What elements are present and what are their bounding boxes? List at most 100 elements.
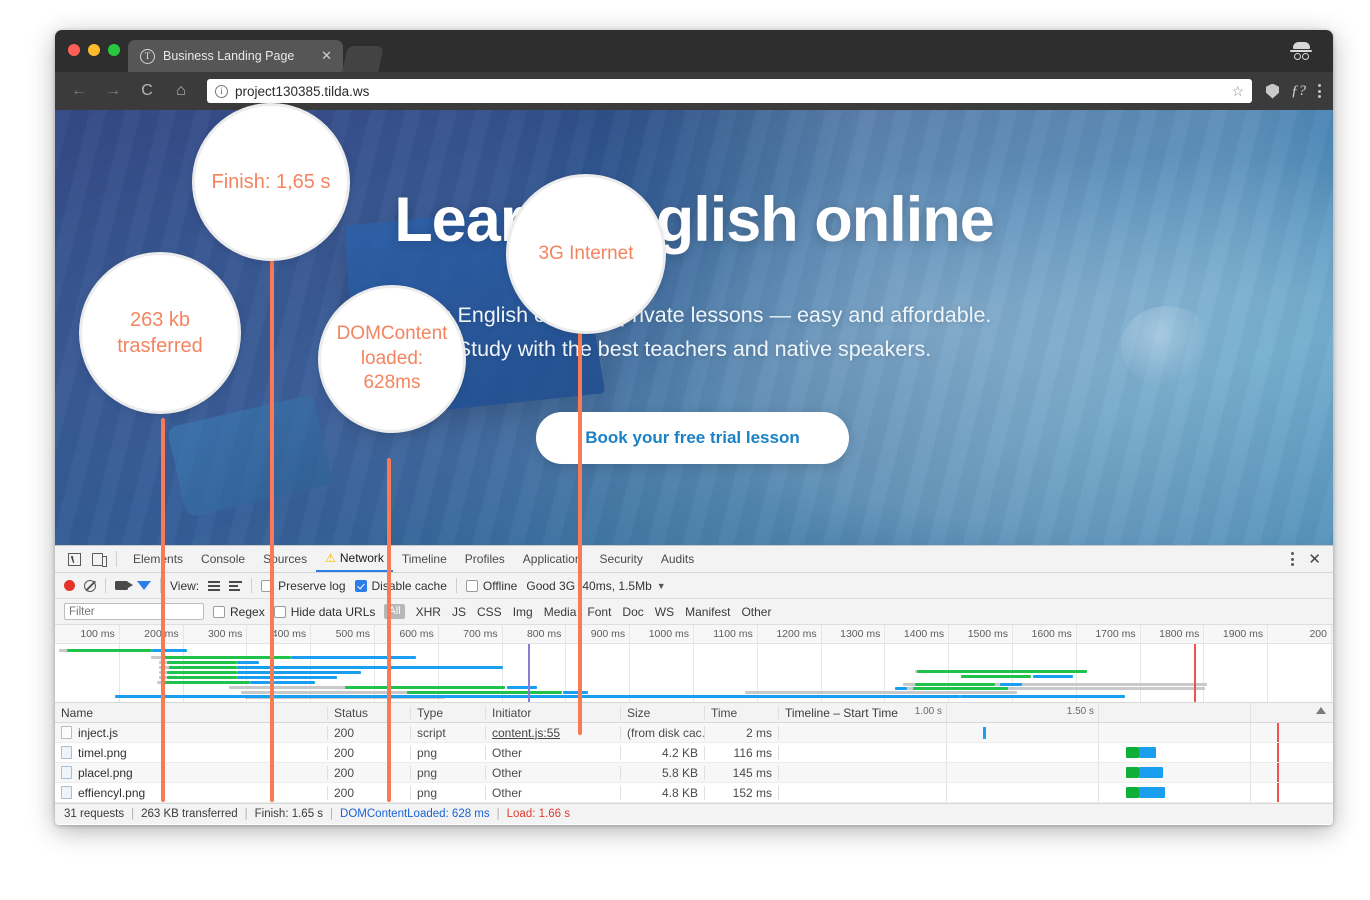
offline-checkbox[interactable]: Offline bbox=[465, 579, 517, 593]
hide-data-urls-checkbox[interactable]: Hide data URLs bbox=[273, 605, 375, 619]
type-filter-other[interactable]: Other bbox=[741, 605, 771, 619]
forward-icon[interactable]: → bbox=[101, 79, 125, 103]
devtools-tab-sources[interactable]: Sources bbox=[254, 546, 316, 572]
column-header-timeline[interactable]: Timeline – Start Time 1.00 s 1.50 s bbox=[779, 703, 1333, 722]
summary-requests: 31 requests bbox=[64, 808, 125, 820]
type-filter-ws[interactable]: WS bbox=[655, 605, 674, 619]
bookmark-star-icon[interactable]: ☆ bbox=[1231, 83, 1244, 100]
browser-tab[interactable]: T Business Landing Page ✕ bbox=[128, 40, 343, 72]
hide-data-urls-checkbox-box[interactable] bbox=[273, 605, 286, 618]
offline-checkbox-box[interactable] bbox=[465, 579, 478, 592]
devtools-tab-timeline[interactable]: Timeline bbox=[393, 546, 456, 572]
devtools-tab-console[interactable]: Console bbox=[192, 546, 254, 572]
column-header-name[interactable]: Name bbox=[55, 705, 328, 720]
shield-icon[interactable] bbox=[1266, 83, 1279, 99]
book-trial-lesson-button[interactable]: Book your free trial lesson bbox=[536, 412, 849, 464]
address-bar-url: project130385.tilda.ws bbox=[235, 83, 370, 99]
cell-initiator-text: Other bbox=[492, 765, 523, 780]
png-file-icon bbox=[61, 766, 72, 779]
maximize-window-button[interactable] bbox=[108, 44, 120, 56]
type-filter-doc[interactable]: Doc bbox=[622, 605, 643, 619]
table-row[interactable]: inject.js 200 script content.js:55 (from dis… bbox=[55, 723, 1333, 743]
cell-name[interactable]: inject.js bbox=[55, 725, 328, 740]
new-tab-button[interactable] bbox=[342, 46, 384, 72]
overview-tick-label: 500 ms bbox=[335, 628, 370, 640]
regex-checkbox-box[interactable] bbox=[213, 605, 225, 618]
chevron-down-icon[interactable]: ▼ bbox=[657, 581, 666, 591]
filter-input[interactable] bbox=[64, 603, 204, 620]
view-list-icon[interactable] bbox=[208, 580, 221, 591]
dom-content-loaded-marker bbox=[528, 644, 530, 702]
devtools-tab-elements[interactable]: Elements bbox=[124, 546, 192, 572]
type-filter-media[interactable]: Media bbox=[544, 605, 577, 619]
devtools-tab-security[interactable]: Security bbox=[591, 546, 652, 572]
cell-name[interactable]: placel.png bbox=[55, 765, 328, 780]
inspect-element-icon[interactable] bbox=[63, 549, 86, 569]
devtools-more-options-icon[interactable] bbox=[1291, 552, 1295, 566]
close-tab-icon[interactable]: ✕ bbox=[318, 48, 335, 64]
overview-tick-label: 800 ms bbox=[526, 628, 562, 640]
type-filter-font[interactable]: Font bbox=[587, 605, 611, 619]
f-question-extension-icon[interactable]: ƒ? bbox=[1291, 83, 1306, 100]
record-button-icon[interactable] bbox=[64, 580, 75, 591]
devtools-tab-network[interactable]: ⚠ Network bbox=[316, 546, 393, 572]
disable-cache-checkbox-box[interactable] bbox=[354, 579, 367, 592]
table-row[interactable]: timel.png 200 png Other 4.2 KB 116 ms bbox=[55, 743, 1333, 763]
back-icon[interactable]: ← bbox=[67, 79, 91, 103]
cell-initiator[interactable]: content.js:55 bbox=[486, 725, 621, 740]
clear-button-icon[interactable] bbox=[84, 579, 96, 592]
cell-name[interactable]: effiencyl.png bbox=[55, 785, 328, 800]
type-filter-xhr[interactable]: XHR bbox=[416, 605, 441, 619]
table-row[interactable]: placel.png 200 png Other 5.8 KB 145 ms bbox=[55, 763, 1333, 783]
reload-icon[interactable]: C bbox=[135, 79, 159, 103]
type-filter-all[interactable]: All bbox=[384, 604, 405, 619]
cell-time-text: 152 ms bbox=[732, 785, 772, 800]
overview-tick-label: 700 ms bbox=[463, 628, 498, 640]
disable-cache-label: Disable cache bbox=[371, 578, 447, 593]
table-row[interactable]: effiencyl.png 200 png Other 4.8 KB 152 ms bbox=[55, 783, 1333, 803]
overview-bar bbox=[245, 691, 434, 694]
close-window-button[interactable] bbox=[68, 44, 80, 56]
window-traffic-lights[interactable] bbox=[68, 44, 120, 56]
column-header-size[interactable]: Size bbox=[621, 705, 705, 720]
sort-ascending-icon[interactable] bbox=[1316, 707, 1326, 714]
disable-cache-checkbox[interactable]: Disable cache bbox=[354, 578, 447, 593]
preserve-log-checkbox[interactable]: Preserve log bbox=[261, 579, 346, 593]
close-devtools-icon[interactable]: ✕ bbox=[1308, 552, 1321, 567]
type-filter-js[interactable]: JS bbox=[452, 605, 466, 619]
cell-time: 145 ms bbox=[705, 765, 779, 780]
page-info-icon[interactable]: i bbox=[215, 84, 228, 98]
cell-type: png bbox=[411, 785, 486, 800]
type-filter-manifest[interactable]: Manifest bbox=[685, 605, 730, 619]
address-bar[interactable]: i project130385.tilda.ws ☆ bbox=[207, 79, 1252, 103]
column-header-initiator[interactable]: Initiator bbox=[486, 705, 621, 720]
summary-sep-2: | bbox=[244, 808, 248, 820]
column-header-status[interactable]: Status bbox=[328, 705, 411, 720]
devtools-tab-audits[interactable]: Audits bbox=[652, 546, 703, 572]
overview-bar bbox=[895, 687, 907, 690]
cell-name[interactable]: timel.png bbox=[55, 745, 328, 760]
capture-screenshots-icon[interactable] bbox=[115, 581, 133, 590]
overview-bar bbox=[250, 681, 315, 684]
overview-bar bbox=[407, 691, 562, 694]
timeline-gridline bbox=[946, 783, 947, 802]
toggle-device-toolbar-icon[interactable] bbox=[86, 549, 109, 569]
network-overview-timeline[interactable]: 100 ms 200 ms 300 ms 400 ms 500 ms 600 ms 700 … bbox=[55, 625, 1333, 703]
throttling-dropdown[interactable]: Good 3G (40ms, 1.5Mb ▼ bbox=[526, 579, 665, 593]
filter-funnel-icon[interactable] bbox=[137, 581, 151, 590]
devtools-tab-application[interactable]: Application bbox=[514, 546, 591, 572]
regex-checkbox[interactable]: Regex bbox=[213, 605, 265, 619]
kebab-menu-icon[interactable] bbox=[1318, 84, 1321, 98]
type-filter-css[interactable]: CSS bbox=[477, 605, 502, 619]
home-icon[interactable]: ⌂ bbox=[169, 79, 193, 103]
cell-initiator-text[interactable]: content.js:55 bbox=[492, 726, 560, 740]
overview-bar bbox=[237, 676, 337, 679]
preserve-log-checkbox-box[interactable] bbox=[261, 579, 274, 592]
type-filter-img[interactable]: Img bbox=[513, 605, 533, 619]
devtools-tab-profiles[interactable]: Profiles bbox=[456, 546, 514, 572]
column-header-time[interactable]: Time bbox=[705, 705, 779, 720]
minimize-window-button[interactable] bbox=[88, 44, 100, 56]
column-header-type[interactable]: Type bbox=[411, 705, 486, 720]
view-waterfall-icon[interactable] bbox=[229, 580, 243, 591]
regex-label: Regex bbox=[230, 604, 265, 619]
